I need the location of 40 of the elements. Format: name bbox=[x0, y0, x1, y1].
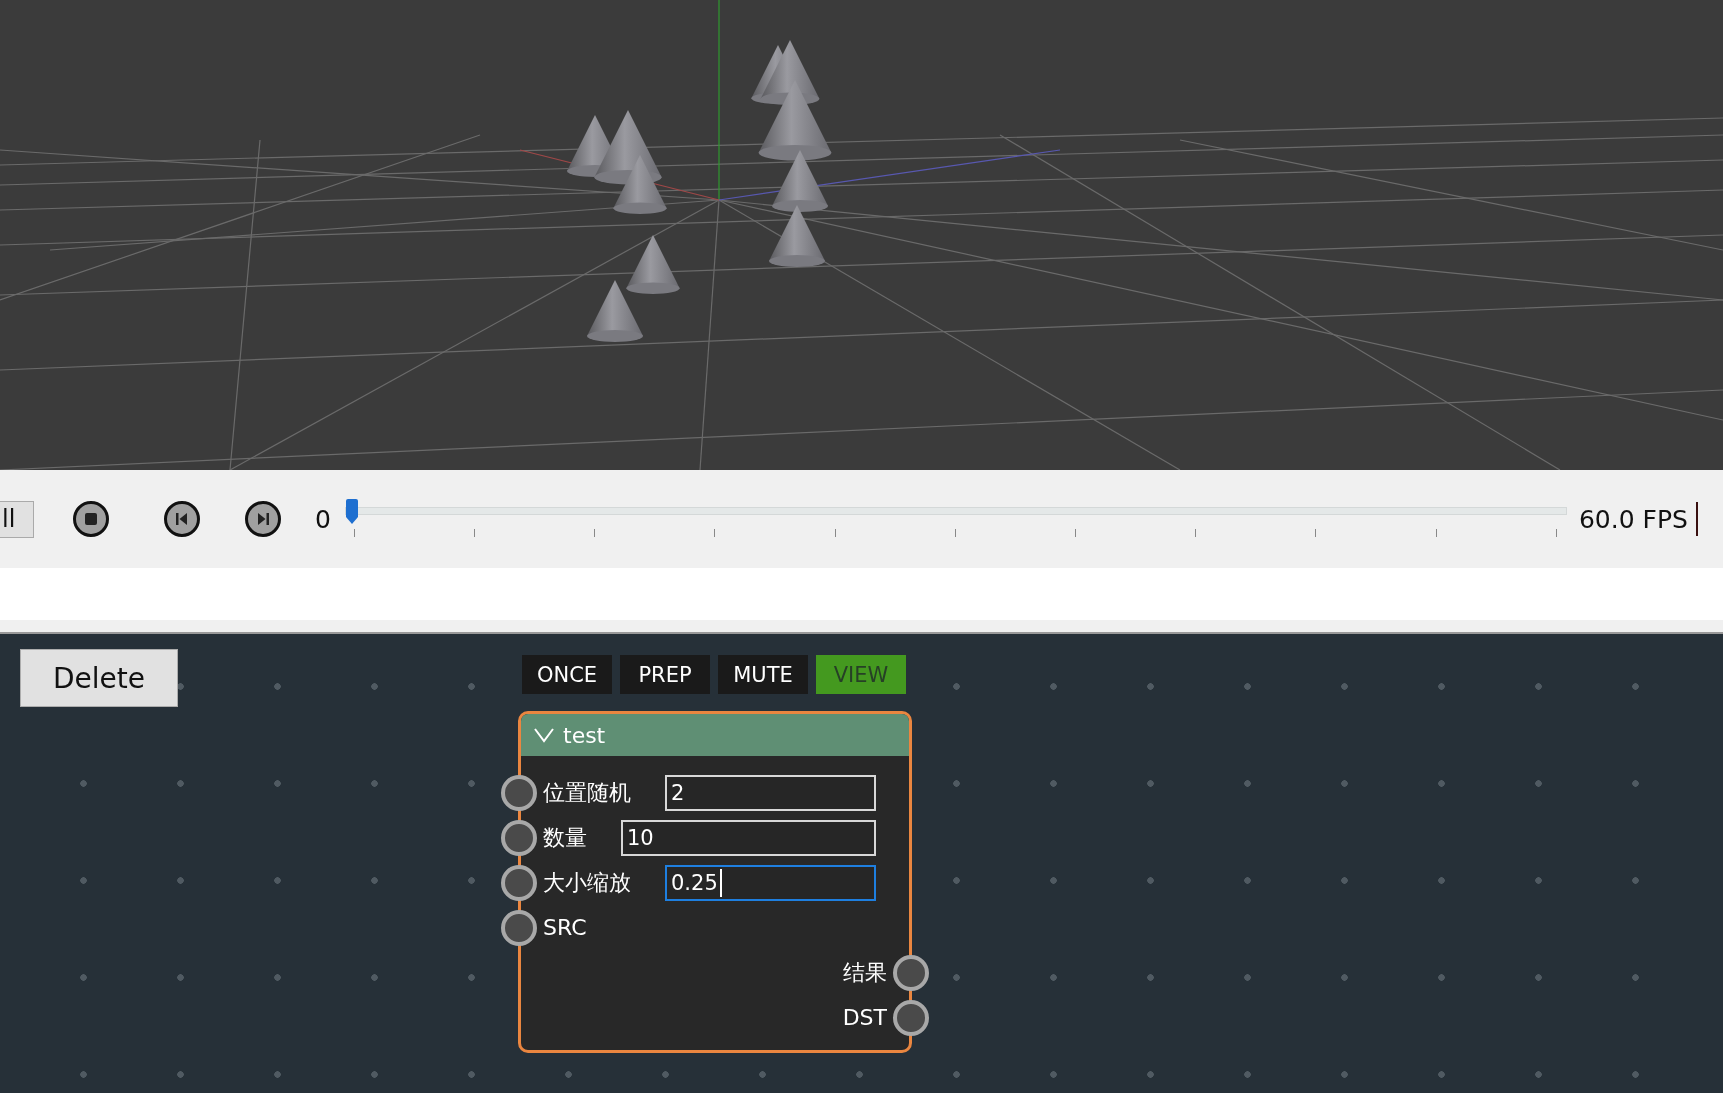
node-card[interactable]: test 位置随机 2 数量 10 大小缩放 0.25 SRC 结果 DST bbox=[518, 711, 912, 1053]
port-label: SRC bbox=[543, 915, 587, 940]
tick-mark bbox=[1075, 529, 1077, 537]
stop-icon[interactable] bbox=[72, 500, 110, 538]
tick-mark bbox=[1195, 529, 1197, 537]
node-header[interactable]: test bbox=[521, 714, 909, 756]
input-field[interactable]: 10 bbox=[621, 819, 876, 856]
tick-mark bbox=[474, 529, 476, 537]
tick-mark bbox=[1315, 529, 1317, 537]
input-field[interactable]: 2 bbox=[665, 774, 876, 811]
text-cursor bbox=[720, 868, 722, 897]
delete-button[interactable]: Delete bbox=[20, 649, 178, 707]
toolbar-button[interactable]: ll bbox=[0, 500, 34, 538]
node-title: test bbox=[563, 722, 606, 748]
input-port[interactable] bbox=[501, 819, 537, 856]
tick-mark bbox=[1435, 529, 1437, 537]
tick-mark bbox=[594, 529, 596, 537]
port-label: 结果 bbox=[843, 958, 887, 987]
skip-forward-icon[interactable] bbox=[244, 500, 282, 538]
mode-toggle[interactable]: ONCE bbox=[522, 655, 612, 694]
input-port[interactable] bbox=[501, 864, 537, 901]
port-label: 位置随机 bbox=[543, 778, 631, 807]
fps-readout: 60.0 FPS bbox=[1578, 504, 1688, 534]
input-field[interactable]: 0.25 bbox=[665, 864, 876, 901]
slider-thumb[interactable] bbox=[344, 499, 359, 525]
port-label: 数量 bbox=[543, 823, 587, 852]
tick-mark bbox=[954, 529, 956, 537]
chevron-icon[interactable] bbox=[533, 727, 555, 743]
port-label: DST bbox=[842, 1005, 887, 1030]
frame-number: 0 bbox=[315, 504, 331, 534]
skip-back-icon[interactable] bbox=[163, 500, 201, 538]
tick-mark bbox=[834, 529, 836, 537]
input-port[interactable] bbox=[501, 909, 537, 946]
tick-mark bbox=[353, 529, 355, 537]
tick-mark bbox=[1555, 529, 1557, 537]
input-port[interactable] bbox=[501, 774, 537, 811]
mode-toggle[interactable]: PREP bbox=[620, 655, 710, 694]
mode-toggle[interactable]: MUTE bbox=[718, 655, 808, 694]
tick-mark bbox=[714, 529, 716, 537]
port-label: 大小缩放 bbox=[543, 868, 631, 897]
